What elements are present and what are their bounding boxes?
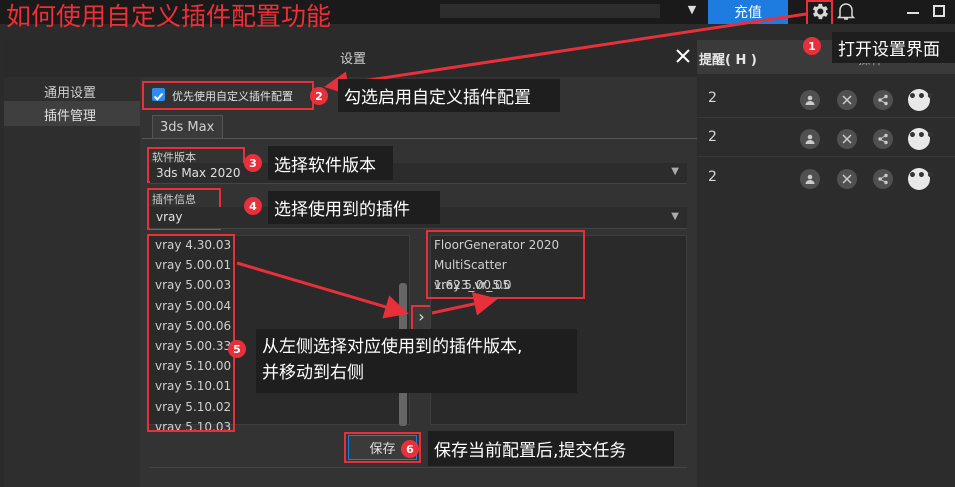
step-5-callout: 从左侧选择对应使用到的插件版本, 并移动到右侧 (256, 329, 577, 393)
step-5-line-2: 并移动到右侧 (262, 363, 364, 383)
arrow-5b (431, 292, 498, 316)
step-6-badge: 6 (401, 440, 419, 458)
arrow-1 (324, 12, 807, 96)
step-5-line-1: 从左侧选择对应使用到的插件版本, (262, 337, 523, 357)
step-4-badge: 4 (244, 197, 262, 215)
step-3-badge: 3 (244, 154, 262, 172)
step-3-callout: 选择软件版本 (268, 146, 393, 180)
step-6-callout: 保存当前配置后,提交任务 (428, 431, 674, 466)
step-5-badge: 5 (228, 340, 246, 358)
step-2-callout: 勾选启用自定义插件配置 (338, 79, 560, 112)
step-4-callout: 选择使用到的插件 (268, 191, 440, 224)
step-1-callout: 打开设置界面 (832, 32, 955, 63)
step-1-badge: 1 (803, 37, 821, 55)
arrow-5a (236, 261, 409, 319)
step-2-badge: 2 (310, 87, 328, 105)
annotation-arrows (236, 12, 807, 319)
